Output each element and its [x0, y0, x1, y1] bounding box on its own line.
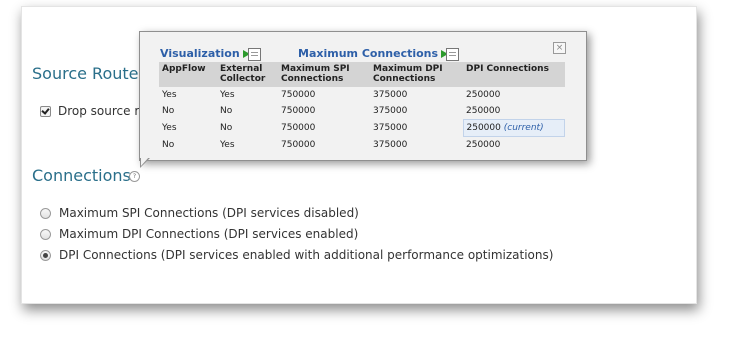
drop-source-routed-checkbox[interactable] — [40, 105, 51, 117]
cell-spi: 750000 — [281, 139, 316, 150]
cell-max-dpi: 375000 — [373, 106, 408, 117]
table-header-row: AppFlow External Collector Maximum SPI C… — [159, 62, 565, 87]
col-max-spi: Maximum SPI Connections — [278, 62, 370, 87]
cell-spi: 750000 — [281, 90, 316, 100]
close-icon[interactable]: × — [553, 42, 566, 54]
cell-appflow: No — [162, 106, 175, 117]
option-dpi[interactable]: DPI Connections (DPI services enabled wi… — [40, 248, 553, 262]
cell-max-dpi: 375000 — [373, 90, 408, 100]
current-tag: (current) — [503, 123, 544, 133]
option-max-dpi[interactable]: Maximum DPI Connections (DPI services en… — [40, 227, 358, 241]
radio-max-spi[interactable] — [40, 207, 51, 219]
table-row: No No 750000 375000 250000 — [159, 103, 565, 120]
cell-appflow: Yes — [162, 123, 177, 133]
option-max-spi[interactable]: Maximum SPI Connections (DPI services di… — [40, 206, 359, 220]
cell-dpi-value: 250000 — [466, 123, 501, 133]
maximum-connections-link[interactable]: Maximum Connections — [298, 47, 460, 61]
col-appflow: AppFlow — [159, 62, 217, 87]
visualization-label[interactable]: Visualization — [160, 47, 240, 60]
cell-dpi: 250000 — [466, 140, 501, 150]
cell-collector: Yes — [220, 90, 235, 100]
popup-pointer-fill — [141, 157, 149, 166]
help-icon[interactable]: ? — [129, 171, 140, 182]
option-max-dpi-label: Maximum DPI Connections (DPI services en… — [59, 227, 359, 241]
cell-max-dpi: 375000 — [373, 139, 408, 150]
radio-dpi[interactable] — [40, 249, 51, 261]
cell-dpi-current: 250000 (current) — [462, 119, 565, 137]
connections-title: Connections — [32, 166, 131, 185]
radio-max-dpi[interactable] — [40, 228, 51, 240]
cell-collector: No — [220, 123, 233, 133]
col-max-dpi: Maximum DPI Connections — [370, 62, 463, 87]
col-dpi: DPI Connections — [463, 62, 565, 87]
connections-table: AppFlow External Collector Maximum SPI C… — [159, 62, 565, 153]
col-external-collector: External Collector — [217, 62, 278, 87]
cell-appflow: Yes — [162, 90, 177, 100]
export-icon[interactable] — [441, 48, 460, 61]
cell-max-dpi: 375000 — [373, 123, 408, 133]
table-row: Yes No 750000 375000 250000 (current) — [159, 119, 565, 137]
option-max-spi-label: Maximum SPI Connections (DPI services di… — [59, 206, 359, 220]
export-icon[interactable] — [242, 48, 261, 61]
maximum-connections-label[interactable]: Maximum Connections — [298, 47, 438, 60]
cell-spi: 750000 — [281, 106, 316, 117]
table-row: Yes Yes 750000 375000 250000 — [159, 87, 565, 103]
cell-spi: 750000 — [281, 123, 316, 133]
cell-appflow: No — [162, 139, 175, 150]
cell-collector: Yes — [220, 139, 235, 150]
option-dpi-label: DPI Connections (DPI services enabled wi… — [59, 248, 554, 262]
cell-collector: No — [220, 106, 233, 117]
cell-dpi: 250000 — [466, 90, 501, 100]
connections-popup: Visualization Maximum Connections × AppF… — [139, 31, 587, 161]
table-row: No Yes 750000 375000 250000 — [159, 137, 565, 154]
cell-dpi: 250000 — [466, 106, 501, 116]
visualization-link[interactable]: Visualization — [160, 47, 261, 61]
